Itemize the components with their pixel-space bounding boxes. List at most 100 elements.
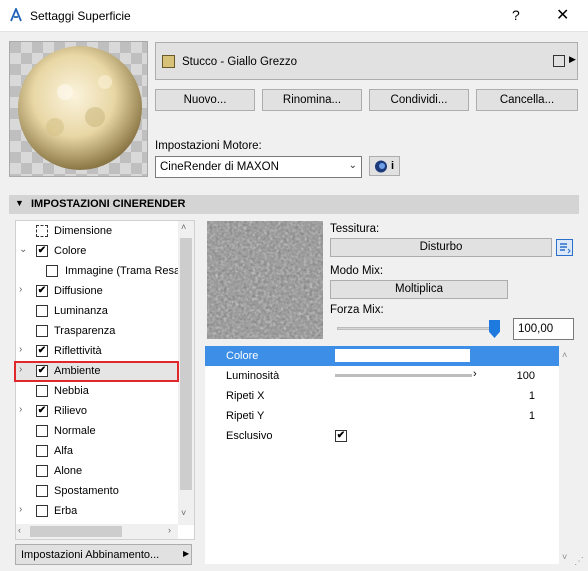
texture-preview bbox=[207, 221, 323, 339]
tree-item-label: Alone bbox=[54, 465, 83, 477]
tree-item-label: Luminanza bbox=[54, 305, 108, 317]
material-swatch bbox=[162, 55, 175, 68]
tree-item-label: Colore bbox=[54, 245, 87, 257]
property-label: Colore bbox=[226, 350, 259, 362]
mix-strength-slider-thumb[interactable] bbox=[489, 320, 500, 338]
luminosity-slider-thumb[interactable]: › bbox=[473, 368, 477, 380]
mix-mode-button[interactable]: Moltiplica bbox=[330, 280, 508, 299]
tree-item-checkbox[interactable] bbox=[36, 445, 48, 457]
chevron-down-icon: ⌄ bbox=[348, 160, 357, 171]
scroll-down-icon[interactable]: ˅ bbox=[181, 508, 186, 518]
tree-item-label: Trasparenza bbox=[54, 325, 116, 337]
expand-chevron-icon[interactable]: › bbox=[19, 504, 22, 515]
tree-item[interactable]: Nebbia bbox=[16, 381, 179, 401]
tree-item[interactable]: › Erba bbox=[16, 501, 179, 521]
tree-item-label: Riflettività bbox=[54, 345, 102, 357]
tree-item-checkbox[interactable] bbox=[36, 425, 48, 437]
tree-item-checkbox[interactable] bbox=[36, 505, 48, 517]
property-label: Ripeti X bbox=[226, 390, 265, 402]
archicad-icon bbox=[10, 8, 22, 22]
property-row-colore[interactable]: Colore bbox=[205, 346, 559, 366]
tree-item-checkbox[interactable]: ✔ bbox=[36, 345, 48, 357]
tree-scroll-thumb[interactable] bbox=[180, 238, 192, 490]
material-catalog-icon[interactable] bbox=[553, 55, 565, 67]
tree-item[interactable]: Trasparenza bbox=[16, 321, 179, 341]
property-row-ripeti-y[interactable]: Ripeti Y 1 bbox=[205, 406, 559, 426]
texture-button[interactable]: Disturbo bbox=[330, 238, 552, 257]
share-button[interactable]: Condividi... bbox=[369, 89, 469, 111]
mix-strength-value: 100,00 bbox=[518, 323, 554, 335]
texture-browse-icon[interactable] bbox=[556, 239, 573, 256]
tree-item[interactable]: › ✔ Rilievo bbox=[16, 401, 179, 421]
section-title: IMPOSTAZIONI CINERENDER bbox=[31, 198, 186, 210]
material-preview bbox=[9, 41, 148, 177]
tree-item-checkbox[interactable] bbox=[36, 465, 48, 477]
chevron-right-icon: ▶ bbox=[183, 549, 190, 558]
expand-chevron-icon[interactable]: › bbox=[19, 344, 22, 355]
property-row-luminosita[interactable]: Luminosità › 100 bbox=[205, 366, 559, 386]
tree-item[interactable]: Alfa bbox=[16, 441, 179, 461]
tree-hscroll-thumb[interactable] bbox=[30, 526, 122, 537]
mix-mode-label: Modo Mix: bbox=[330, 265, 384, 277]
tree-item-checkbox[interactable]: ✔ bbox=[36, 245, 48, 257]
new-button[interactable]: Nuovo... bbox=[155, 89, 255, 111]
selection-highlight bbox=[14, 361, 179, 382]
engine-label: Impostazioni Motore: bbox=[155, 140, 262, 152]
properties-table: Colore Luminosità › 100 Ripeti X 1 Ripet… bbox=[205, 346, 559, 564]
cinerender-section-header[interactable]: ▼ IMPOSTAZIONI CINERENDER bbox=[9, 195, 579, 214]
info-icon: i bbox=[391, 160, 395, 172]
close-button[interactable]: ✕ bbox=[556, 5, 569, 25]
engine-info-button[interactable]: i bbox=[369, 156, 400, 176]
tree-item[interactable]: › ✔ Diffusione bbox=[16, 281, 179, 301]
tree-item-label: Diffusione bbox=[54, 285, 103, 297]
tree-item[interactable]: ⌄ ✔ Colore bbox=[16, 241, 179, 261]
resize-grip-icon[interactable]: ⋰ bbox=[574, 556, 584, 567]
property-row-ripeti-x[interactable]: Ripeti X 1 bbox=[205, 386, 559, 406]
noise-texture-image bbox=[207, 221, 323, 339]
tree-item[interactable]: Dimensione bbox=[16, 221, 179, 241]
chevron-right-icon[interactable]: ▶ bbox=[569, 54, 576, 65]
engine-select[interactable]: CineRender di MAXON ⌄ bbox=[155, 156, 362, 178]
tree-item-label: Nebbia bbox=[54, 385, 89, 397]
tree-item[interactable]: Luminanza bbox=[16, 301, 179, 321]
tree-item[interactable]: Alone bbox=[16, 461, 179, 481]
tree-item[interactable]: Spostamento bbox=[16, 481, 179, 501]
tree-item-label: Immagine (Trama Resa bbox=[65, 265, 181, 277]
scroll-up-icon[interactable]: ˄ bbox=[181, 222, 186, 232]
matching-settings-dropdown[interactable]: Impostazioni Abbinamento... ▶ bbox=[15, 544, 192, 565]
scroll-right-icon[interactable]: › bbox=[168, 525, 171, 535]
tree-item[interactable]: Normale bbox=[16, 421, 179, 441]
mix-strength-input[interactable]: 100,00 bbox=[513, 318, 574, 340]
dimension-icon bbox=[36, 225, 48, 237]
tree-item-checkbox[interactable]: ✔ bbox=[36, 285, 48, 297]
help-button[interactable]: ? bbox=[512, 7, 520, 23]
property-label: Esclusivo bbox=[226, 430, 273, 442]
exclusive-checkbox[interactable]: ✔ bbox=[335, 430, 347, 442]
property-label: Ripeti Y bbox=[226, 410, 265, 422]
tree-item[interactable]: › ✔ Riflettività bbox=[16, 341, 179, 361]
delete-button[interactable]: Cancella... bbox=[476, 89, 578, 111]
expand-chevron-icon[interactable]: ⌄ bbox=[19, 244, 27, 255]
property-value: 100 bbox=[516, 370, 535, 382]
property-row-esclusivo[interactable]: Esclusivo ✔ bbox=[205, 426, 559, 446]
scroll-down-icon[interactable]: ˅ bbox=[562, 552, 567, 562]
property-value: 1 bbox=[528, 410, 535, 422]
tree-item-checkbox[interactable]: ✔ bbox=[36, 405, 48, 417]
scroll-left-icon[interactable]: ‹ bbox=[18, 525, 21, 535]
tree-item-checkbox[interactable] bbox=[36, 385, 48, 397]
tree-item-checkbox[interactable] bbox=[36, 325, 48, 337]
expand-chevron-icon[interactable]: › bbox=[19, 284, 22, 295]
color-swatch[interactable] bbox=[335, 349, 470, 362]
tree-item-checkbox[interactable] bbox=[36, 485, 48, 497]
tree-item-checkbox[interactable] bbox=[36, 305, 48, 317]
tree-item[interactable]: Immagine (Trama Resa bbox=[16, 261, 181, 281]
tree-item-label: Normale bbox=[54, 425, 96, 437]
rename-button[interactable]: Rinomina... bbox=[262, 89, 362, 111]
engine-value: CineRender di MAXON bbox=[160, 161, 279, 173]
luminosity-slider[interactable] bbox=[335, 374, 472, 377]
mix-strength-slider[interactable] bbox=[337, 327, 497, 330]
mix-strength-label: Forza Mix: bbox=[330, 304, 384, 316]
expand-chevron-icon[interactable]: › bbox=[19, 404, 22, 415]
scroll-up-icon[interactable]: ˄ bbox=[562, 350, 567, 360]
window-title: Settaggi Superficie bbox=[30, 9, 131, 23]
